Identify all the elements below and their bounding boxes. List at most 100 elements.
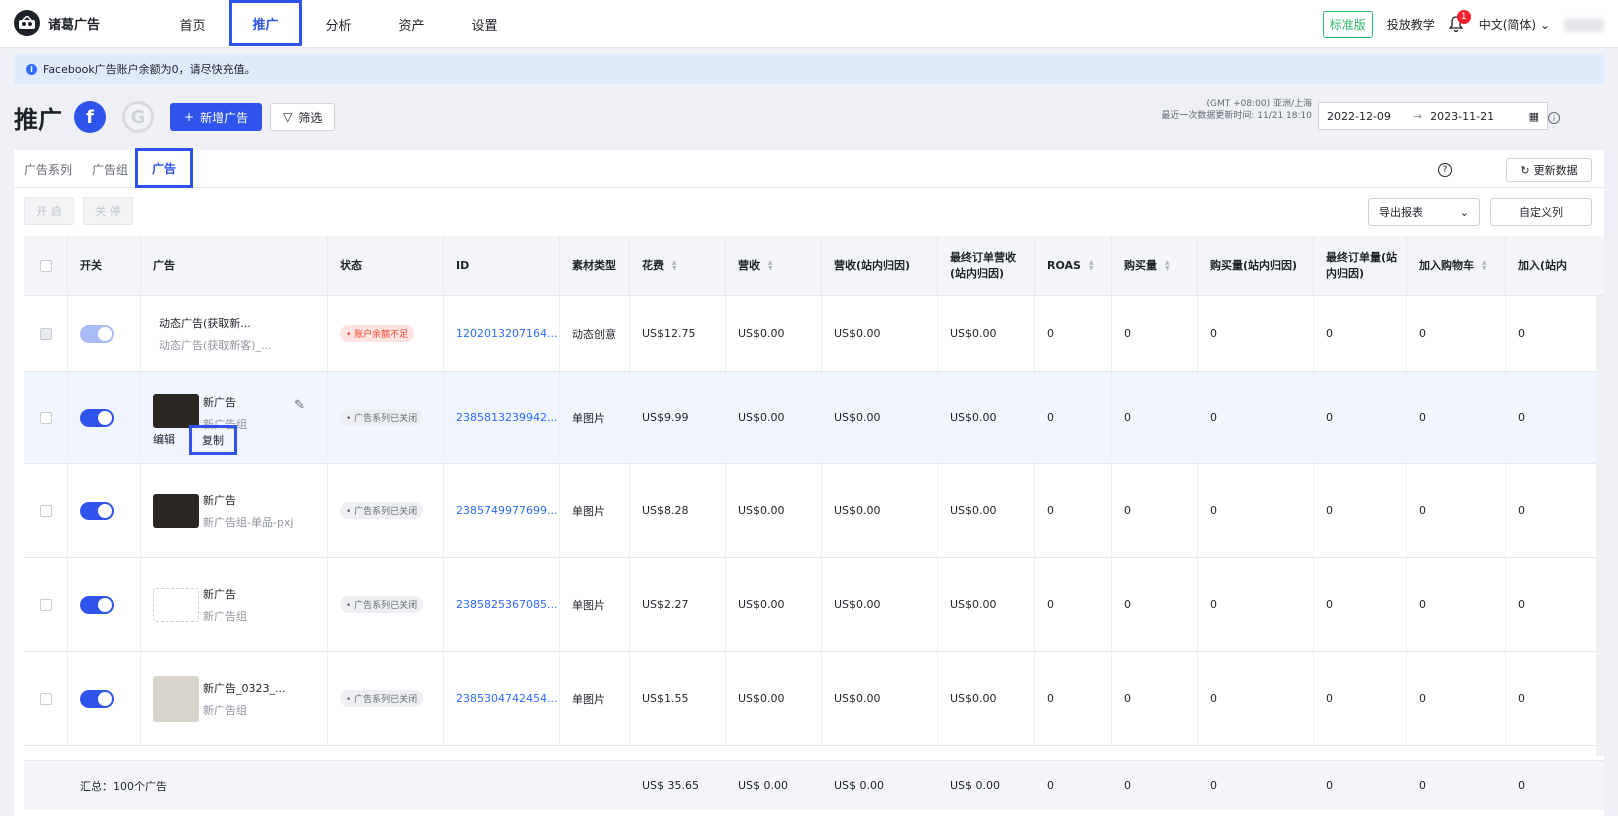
col-extra: 加入(站内 (1518, 259, 1568, 272)
enable-button[interactable]: 开 启 (24, 197, 74, 225)
status-text: 广告系列已关闭 (354, 601, 418, 611)
status-text: 广告系列已关闭 (354, 414, 418, 424)
logo[interactable]: 诸葛广告 (14, 10, 100, 36)
export-label: 导出报表 (1379, 206, 1423, 219)
new-ad-button[interactable]: + 新增广告 (170, 103, 263, 131)
google-platform-icon[interactable]: G (122, 101, 154, 133)
status-text: 广告系列已关闭 (354, 695, 418, 705)
ad-name[interactable]: 新广告 (203, 586, 247, 602)
status-badge: • 广告系列已关闭 (340, 690, 424, 707)
ad-toggle[interactable] (80, 408, 114, 427)
table-row[interactable]: 新广告 新广告组 • 广告系列已关闭 2385825367085... 单图片 U… (24, 558, 1604, 652)
col-purchases[interactable]: 购买量 ▲ ▼ (1112, 236, 1198, 296)
row-checkbox[interactable] (39, 598, 52, 611)
extra-value: 0 (1518, 327, 1525, 340)
filter-button[interactable]: ▽ 筛选 (270, 103, 336, 131)
tutorial-link[interactable]: 投放教学 (1387, 16, 1435, 33)
nav-assets[interactable]: 资产 (375, 0, 448, 48)
spend-value: US$8.28 (630, 464, 726, 557)
refresh-icon: ↻ (1520, 163, 1530, 177)
status-badge: • 广告系列已关闭 (340, 596, 424, 613)
table-row[interactable]: 新广告 新广告组 ✎ 编辑 复制 • 广告系列已关闭 2385813239942.… (24, 372, 1604, 464)
col-revenue[interactable]: 营收 ▲ ▼ (726, 236, 822, 296)
date-end[interactable]: 2023-11-21 (1430, 110, 1494, 123)
user-avatar[interactable] (1564, 17, 1604, 32)
col-add-to-cart[interactable]: 加入购物车 ▲ ▼ (1407, 236, 1506, 296)
date-range-picker[interactable]: 2022-12-09 → 2023-11-21 ▦ (1318, 102, 1548, 130)
ad-subname: 动态广告(获取新客)_... (159, 338, 272, 352)
ad-id-link[interactable]: 2385304742454... (456, 692, 557, 705)
material-type: 单图片 (560, 652, 630, 745)
copy-link[interactable]: 复制 (189, 425, 237, 455)
ad-toggle[interactable] (80, 595, 114, 614)
ad-toggle[interactable] (80, 324, 114, 343)
nav-promotion[interactable]: 推广 (229, 0, 302, 46)
table-row[interactable]: 新广告_0323_... 新广告组 • 广告系列已关闭 2385304742454… (24, 652, 1604, 746)
sort-icon: ▲ ▼ (768, 259, 773, 272)
date-start[interactable]: 2022-12-09 (1327, 110, 1391, 123)
info-icon[interactable]: i (1548, 112, 1560, 124)
ad-id-link[interactable]: 1202013207164... (456, 327, 557, 340)
nav-analysis[interactable]: 分析 (302, 0, 375, 48)
ad-name[interactable]: 新广告 (203, 492, 294, 508)
disable-button[interactable]: 关 停 (83, 197, 133, 225)
tab-adsets[interactable]: 广告组 (92, 150, 128, 188)
page-title: 推广 (14, 105, 62, 134)
select-all-checkbox[interactable] (39, 260, 52, 272)
help-icon[interactable]: ? (1438, 163, 1452, 177)
col-id: ID (444, 236, 560, 296)
purchases-value: 0 (1112, 372, 1198, 463)
ad-id-link[interactable]: 2385825367085... (456, 598, 557, 611)
row-checkbox[interactable] (39, 327, 52, 340)
ad-name[interactable]: 新广告 (203, 394, 247, 410)
edit-pencil-icon[interactable]: ✎ (294, 398, 305, 413)
col-spend[interactable]: 花费 ▲ ▼ (630, 236, 726, 296)
col-revenue-attr: 营收(站内归因) (822, 236, 938, 296)
summary-purchases-attr: 0 (1210, 779, 1217, 792)
status-badge: • 账户余额不足 (340, 325, 415, 342)
status-text: 广告系列已关闭 (354, 507, 418, 517)
revenue-value: US$0.00 (726, 464, 822, 557)
final-revenue-value: US$0.00 (938, 372, 1035, 463)
ad-name[interactable]: 动态广告(获取新... (159, 315, 272, 331)
facebook-platform-icon[interactable]: f (74, 101, 106, 133)
tab-campaigns[interactable]: 广告系列 (24, 150, 72, 188)
page-header: 推广 f G + 新增广告 ▽ 筛选 (GMT +08:00) 亚洲/上海 最近一次… (14, 96, 1604, 138)
ad-id-link[interactable]: 2385749977699... (456, 504, 557, 517)
final-revenue-value: US$0.00 (938, 652, 1035, 745)
col-final-revenue: 最终订单营收(站内归因) (938, 236, 1035, 296)
tab-ads[interactable]: 广告 (135, 148, 193, 188)
language-label: 中文(简体) (1478, 18, 1537, 32)
revenue-value: US$0.00 (726, 558, 822, 651)
nav-home[interactable]: 首页 (156, 0, 229, 48)
add-cart-value: 0 (1407, 652, 1506, 745)
col-roas[interactable]: ROAS ▲ ▼ (1035, 236, 1112, 296)
ad-name[interactable]: 新广告_0323_... (203, 680, 285, 696)
add-cart-value: 0 (1407, 464, 1506, 557)
vertical-scrollbar[interactable] (1596, 296, 1604, 756)
col-add-to-cart-label: 加入购物车 (1419, 259, 1474, 272)
ad-thumbnail (153, 587, 199, 622)
language-select[interactable]: 中文(简体) ⌄ (1479, 16, 1550, 33)
notification-count: 1 (1456, 9, 1471, 24)
table-row[interactable]: 动态广告(获取新... 动态广告(获取新客)_... • 账户余额不足 12020… (24, 296, 1604, 372)
edition-badge[interactable]: 标准版 (1322, 11, 1373, 38)
roas-value: 0 (1035, 464, 1112, 557)
custom-columns-button[interactable]: 自定义列 (1490, 198, 1592, 226)
final-orders-value: 0 (1314, 558, 1407, 651)
nav-settings[interactable]: 设置 (448, 0, 521, 48)
ad-toggle[interactable] (80, 689, 114, 708)
row-checkbox[interactable] (39, 411, 52, 424)
row-checkbox[interactable] (39, 504, 52, 517)
col-ad: 广告 (141, 236, 328, 296)
table-row[interactable]: 新广告 新广告组-单品-pxj • 广告系列已关闭 2385749977699..… (24, 464, 1604, 558)
ad-thumbnail (153, 493, 199, 528)
edit-link[interactable]: 编辑 (153, 431, 175, 455)
status-badge: • 广告系列已关闭 (340, 409, 424, 426)
ad-id-link[interactable]: 2385813239942... (456, 411, 557, 424)
bell-icon[interactable]: 1 (1448, 9, 1471, 34)
refresh-data-button[interactable]: ↻ 更新数据 (1506, 158, 1592, 182)
export-report-select[interactable]: 导出报表 ⌄ (1368, 198, 1480, 226)
ad-toggle[interactable] (80, 501, 114, 520)
row-checkbox[interactable] (39, 692, 52, 705)
